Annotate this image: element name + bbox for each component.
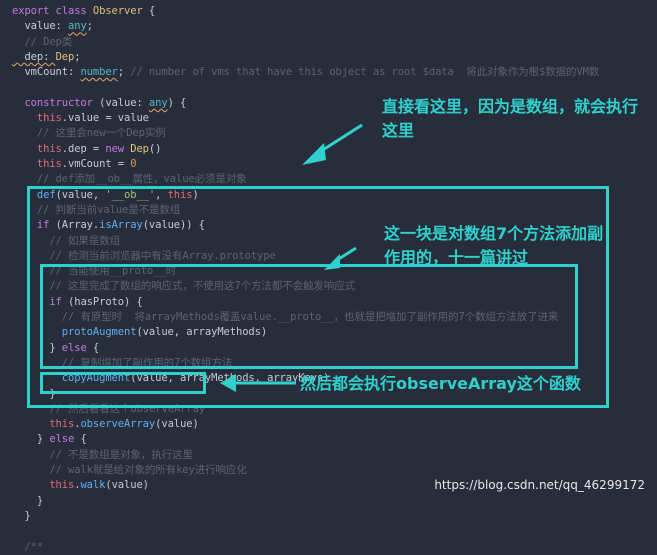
code-text: () [148, 142, 162, 155]
keyword: else [49, 433, 75, 446]
code-line: this.observeArray(value) [12, 416, 199, 432]
code-text: .value = value [61, 112, 149, 125]
code-text: ; [86, 20, 93, 33]
code-comment: // 这里会new一个Dep实例 [12, 127, 166, 140]
keyword: new [105, 142, 131, 155]
code-text: vmCount: [12, 66, 81, 79]
keyword: this [12, 418, 75, 431]
type-name: Dep [55, 50, 75, 63]
keyword: this [12, 112, 62, 125]
watermark: https://blog.csdn.net/qq_46299172 [434, 478, 645, 492]
code-comment: // number of vms that have this object a… [130, 66, 600, 79]
type-name: any [148, 96, 168, 109]
code-text: value: [12, 20, 68, 33]
class-name: Dep [130, 142, 149, 155]
code-line: this.value = value [12, 110, 149, 126]
code-line: constructor (value: any) { [12, 95, 186, 111]
keyword: export class [12, 5, 93, 17]
code-line: this.vmCount = 0 [12, 156, 137, 172]
highlight-box-observe-array [40, 372, 206, 394]
annotation-middle: 这一块是对数组7个方法添加副作用的，十一篇讲过 [384, 224, 604, 267]
class-name: Observer [92, 5, 143, 17]
code-text: .dep = [61, 142, 106, 155]
code-line: this.walk(value) [12, 477, 149, 493]
highlight-box-augment [40, 264, 578, 369]
code-text: ) { [167, 96, 187, 109]
code-text: ; [74, 50, 81, 63]
keyword: this [12, 142, 62, 155]
code-text: (value) [155, 418, 199, 431]
annotation-top: 直接看这里，因为是数组，就会执行这里 [382, 97, 639, 140]
code-line: export class Observer { [12, 3, 155, 19]
code-line: } [12, 509, 31, 522]
code-line: } else { [12, 431, 87, 447]
function-name: observeArray [80, 418, 156, 431]
code-text: (value: [92, 96, 149, 109]
number-literal: 0 [130, 158, 137, 170]
code-comment: // def添加__ob__属性，value必须是对象 [12, 173, 247, 186]
code-text: { [74, 433, 87, 446]
type-name: any [68, 20, 87, 33]
code-comment: // walk就是给对象的所有key进行响应化 [12, 464, 247, 476]
code-text: (value) [105, 479, 149, 492]
keyword: this [12, 158, 62, 170]
code-comment: /** [12, 540, 44, 553]
code-line: vmCount: number; // number of vms that h… [12, 64, 599, 80]
code-line: } [12, 494, 44, 507]
code-line: this.dep = new Dep() [12, 141, 162, 157]
keyword: constructor [12, 96, 93, 109]
code-text: ; [117, 66, 131, 79]
keyword: this [12, 479, 75, 492]
function-name: walk [80, 479, 106, 492]
annotation-bottom: 然后都会执行observeArray这个函数 [300, 374, 581, 393]
type-name: number [80, 66, 118, 79]
code-comment: // 不是数组是对象，执行这里 [12, 448, 193, 461]
code-line: dep: Dep; [12, 49, 80, 65]
code-line: value: any; [12, 18, 93, 34]
code-comment: // Dep类 [12, 35, 73, 48]
code-text: dep: [12, 50, 56, 63]
code-text: { [142, 5, 156, 17]
code-text: .vmCount = [61, 158, 131, 170]
code-text: } [12, 433, 50, 446]
